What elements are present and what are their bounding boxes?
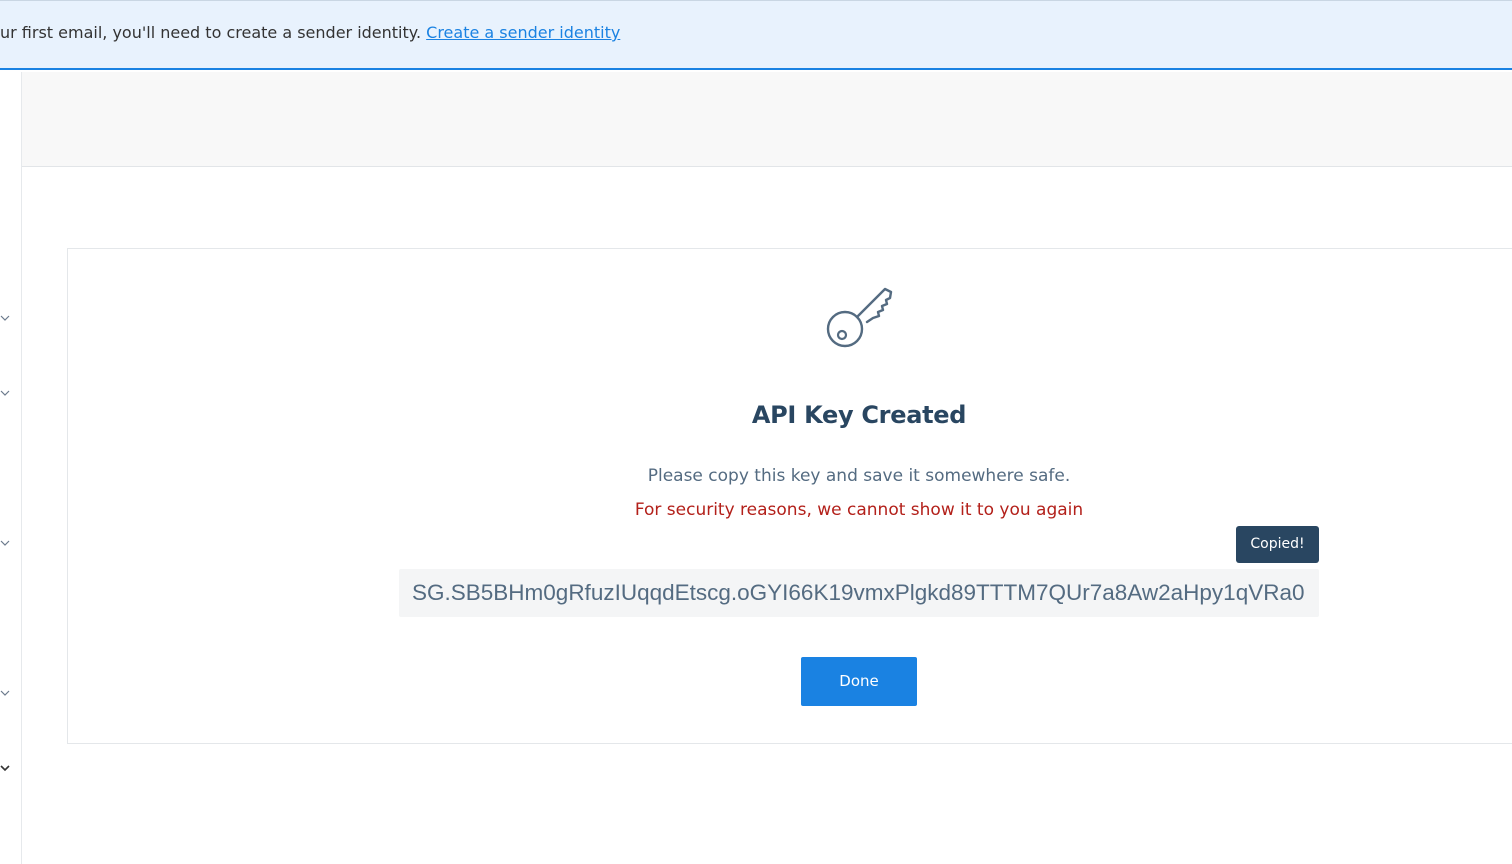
banner-text: ur first email, you'll need to create a … bbox=[0, 23, 427, 42]
modal-title: API Key Created bbox=[751, 401, 967, 429]
api-key-field[interactable]: SG.SB5BHm0gRfuzIUqqdEtscg.oGYI66K19vmxPl… bbox=[399, 569, 1319, 617]
sidebar bbox=[0, 72, 22, 864]
chevron-down-icon[interactable] bbox=[0, 314, 10, 324]
chevron-down-icon[interactable] bbox=[0, 389, 10, 399]
banner-message: ur first email, you'll need to create a … bbox=[0, 22, 620, 44]
security-warning: For security reasons, we cannot show it … bbox=[634, 500, 1084, 520]
copy-key-instruction: Please copy this key and save it somewhe… bbox=[647, 466, 1071, 486]
copied-tooltip: Copied! bbox=[1236, 526, 1319, 563]
page-header bbox=[22, 72, 1512, 167]
chevron-down-icon[interactable] bbox=[0, 539, 10, 549]
chevron-down-icon[interactable] bbox=[0, 764, 10, 774]
key-icon bbox=[823, 284, 895, 354]
create-sender-identity-link[interactable]: Create a sender identity bbox=[426, 23, 620, 42]
done-button[interactable]: Done bbox=[801, 657, 917, 706]
chevron-down-icon[interactable] bbox=[0, 689, 10, 699]
notification-banner: ur first email, you'll need to create a … bbox=[0, 0, 1512, 70]
api-key-created-card bbox=[67, 248, 1512, 744]
